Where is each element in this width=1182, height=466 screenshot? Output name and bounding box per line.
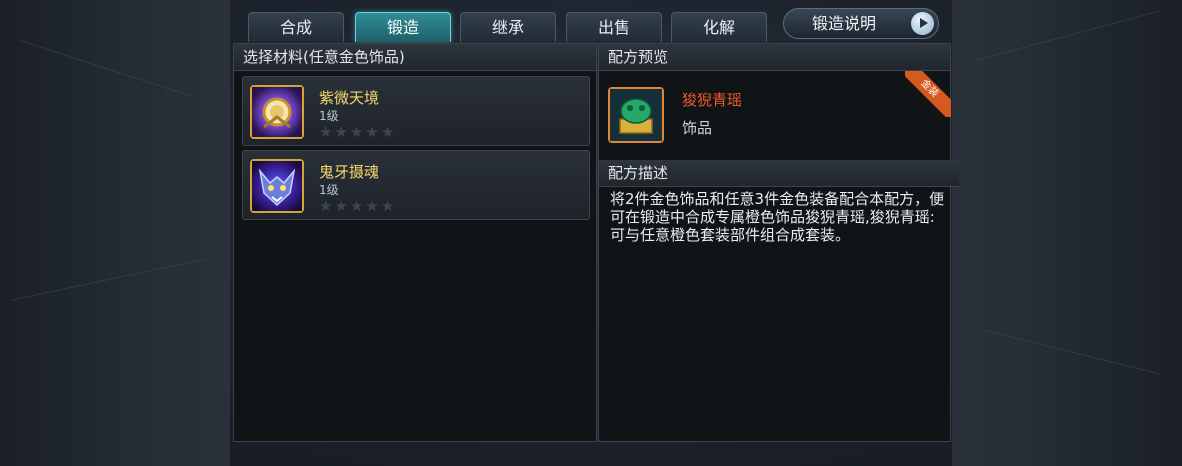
- recipe-item-type: 饰品: [682, 119, 713, 137]
- recipe-preview[interactable]: 狻猊青瑶 饰品 金装: [599, 71, 951, 159]
- material-name: 紫微天境: [319, 89, 380, 107]
- tab-synthesize[interactable]: 合成: [248, 12, 344, 42]
- material-name: 鬼牙摄魂: [319, 163, 380, 181]
- tab-inherit[interactable]: 继承: [460, 12, 556, 42]
- recipe-panel: 配方预览 狻猊青瑶 饰品 金装 配方描述 将2件金色饰品和任意3件金色装备配合本…: [598, 43, 959, 442]
- star-icon: ★: [380, 123, 395, 141]
- purple-orb-icon: [250, 85, 304, 139]
- star-icon: ★: [349, 197, 364, 215]
- recipe-preview-header: 配方预览: [599, 44, 950, 71]
- star-rating: ★ ★ ★ ★ ★: [319, 196, 396, 215]
- demon-mask-icon: [250, 159, 304, 213]
- tab-dismantle[interactable]: 化解: [671, 12, 767, 42]
- materials-header: 选择材料(任意金色饰品): [234, 44, 596, 71]
- star-rating: ★ ★ ★ ★ ★: [319, 122, 396, 141]
- forge-help-button[interactable]: 锻造说明: [783, 8, 939, 39]
- recipe-description: 将2件金色饰品和任意3件金色装备配合本配方，便可在锻造中合成专属橙色饰品狻猊青瑶…: [610, 190, 945, 244]
- ribbon-label: 金装: [905, 71, 951, 117]
- materials-panel: 选择材料(任意金色饰品) 紫微天境 1级 ★ ★ ★ ★ ★ 鬼牙摄魂 1级 ★…: [233, 43, 597, 442]
- recipe-description-header: 配方描述: [599, 160, 959, 187]
- right-frame-decoration: [952, 0, 1182, 466]
- tab-sell[interactable]: 出售: [566, 12, 662, 42]
- play-arrow-icon: [911, 12, 934, 35]
- star-icon: ★: [380, 197, 395, 215]
- tab-forge[interactable]: 锻造: [355, 12, 451, 42]
- star-icon: ★: [365, 197, 379, 215]
- material-item[interactable]: 紫微天境 1级 ★ ★ ★ ★ ★: [242, 76, 590, 146]
- gold-gear-ribbon: 金装: [905, 71, 951, 117]
- star-icon: ★: [334, 197, 348, 215]
- star-icon: ★: [319, 197, 333, 215]
- star-icon: ★: [349, 123, 364, 141]
- recipe-item-name: 狻猊青瑶: [682, 91, 743, 109]
- star-icon: ★: [319, 123, 333, 141]
- star-icon: ★: [334, 123, 348, 141]
- star-icon: ★: [365, 123, 379, 141]
- material-item[interactable]: 鬼牙摄魂 1级 ★ ★ ★ ★ ★: [242, 150, 590, 220]
- forge-help-label: 锻造说明: [812, 14, 877, 33]
- jade-lion-seal-icon: [608, 87, 664, 143]
